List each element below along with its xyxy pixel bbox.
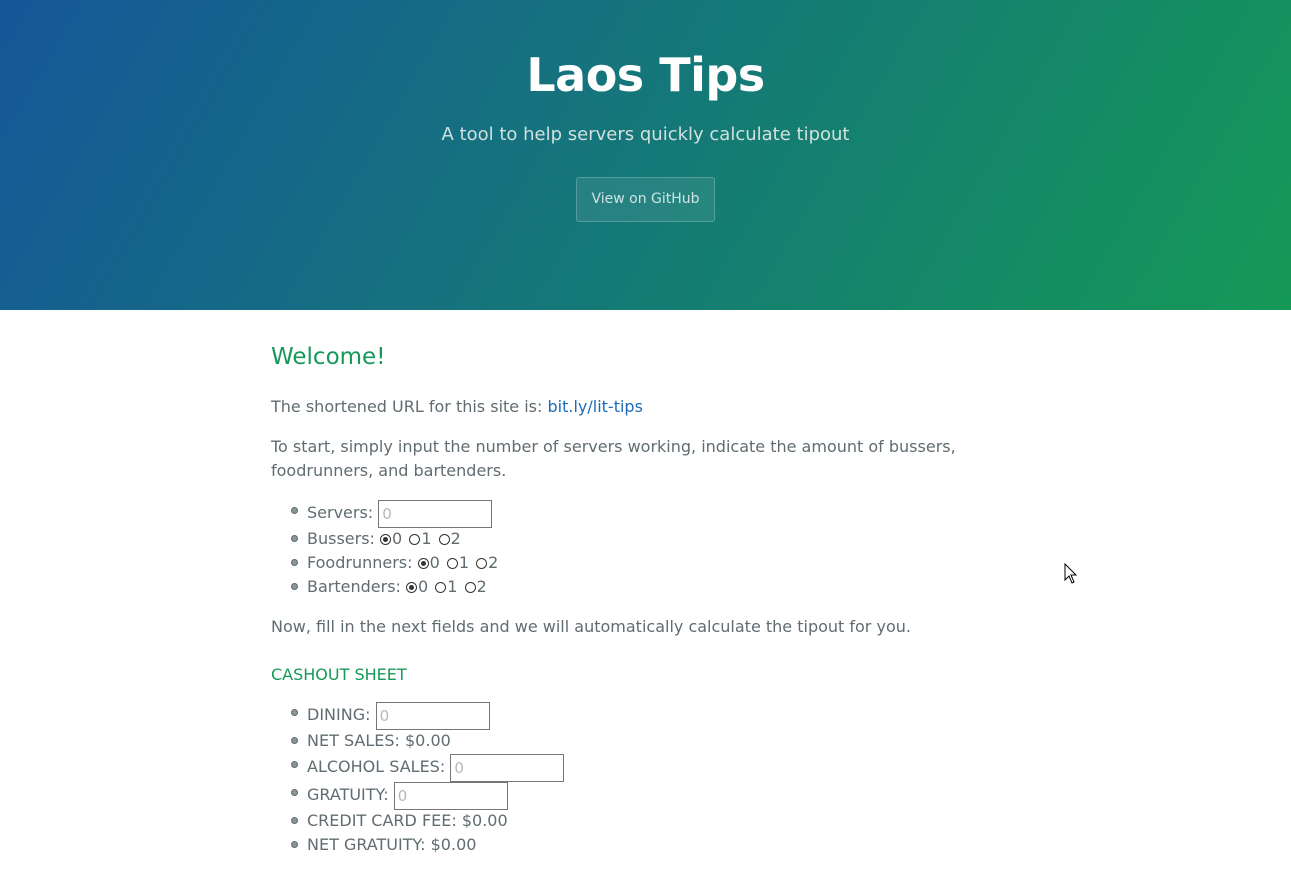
next-instructions: Now, fill in the next fields and we will… xyxy=(271,617,911,636)
foodrunners-option-1-label: 1 xyxy=(458,553,470,572)
short-url-text: The shortened URL for this site is: xyxy=(271,397,543,416)
bussers-radio-1[interactable] xyxy=(409,534,421,545)
gratuity-input[interactable] xyxy=(393,781,508,810)
bartenders-option-2-label: 2 xyxy=(476,577,487,596)
view-on-github-button[interactable]: View on GitHub xyxy=(576,177,715,222)
main-content: Welcome! The shortened URL for this site… xyxy=(271,310,1021,857)
dining-item: DINING: xyxy=(271,701,1021,730)
foodrunners-option-0-label: 0 xyxy=(429,553,440,572)
bartenders-radio-group: 0 1 2 xyxy=(406,577,489,596)
bartenders-option-1-label: 1 xyxy=(447,577,458,596)
bussers-item: Bussers: 0 1 2 xyxy=(271,527,1021,551)
bussers-option-2-label: 2 xyxy=(450,529,461,548)
net-sales-label: NET SALES: xyxy=(307,731,400,750)
net-gratuity-value: $0.00 xyxy=(430,835,477,854)
servers-input[interactable] xyxy=(378,499,493,528)
foodrunners-item: Foodrunners: 0 1 2 xyxy=(271,551,1021,575)
cashout-heading: CASHOUT SHEET xyxy=(271,665,407,684)
cashout-list: DINING: NET SALES: $0.00 ALCOHOL SALES: … xyxy=(271,701,1021,857)
project-tagline: A tool to help servers quickly calculate… xyxy=(441,124,850,145)
foodrunners-label: Foodrunners: xyxy=(307,553,413,572)
dining-input[interactable] xyxy=(375,701,490,730)
bartenders-radio-1[interactable] xyxy=(435,582,447,593)
net-sales-item: NET SALES: $0.00 xyxy=(271,729,1021,753)
instructions-paragraph: To start, simply input the number of ser… xyxy=(271,437,956,480)
bussers-radio-2[interactable] xyxy=(438,534,450,545)
foodrunners-radio-1[interactable] xyxy=(446,558,458,569)
alcohol-sales-input[interactable] xyxy=(450,753,565,782)
bussers-radio-group: 0 1 2 xyxy=(380,529,463,548)
alcohol-sales-item: ALCOHOL SALES: xyxy=(271,753,1021,782)
gratuity-item: GRATUITY: xyxy=(271,781,1021,810)
credit-card-fee-label: CREDIT CARD FEE: xyxy=(307,811,457,830)
bussers-radio-0[interactable] xyxy=(380,534,392,545)
staff-list: Servers: Bussers: 0 1 2 Foodrunners: 0 1… xyxy=(271,499,1021,599)
gratuity-label: GRATUITY: xyxy=(307,785,389,804)
servers-label: Servers: xyxy=(307,503,374,522)
bartenders-radio-0[interactable] xyxy=(406,582,418,593)
bartenders-label: Bartenders: xyxy=(307,577,401,596)
project-title: Laos Tips xyxy=(526,48,765,102)
short-url-paragraph: The shortened URL for this site is: bit.… xyxy=(271,395,1021,419)
mouse-pointer-icon xyxy=(1064,563,1078,584)
credit-card-fee-item: CREDIT CARD FEE: $0.00 xyxy=(271,809,1021,833)
welcome-heading: Welcome! xyxy=(271,344,386,370)
bussers-option-0-label: 0 xyxy=(392,529,403,548)
net-gratuity-item: NET GRATUITY: $0.00 xyxy=(271,833,1021,857)
bussers-option-1-label: 1 xyxy=(421,529,432,548)
net-sales-value: $0.00 xyxy=(405,731,451,750)
bussers-label: Bussers: xyxy=(307,529,375,548)
foodrunners-option-2-label: 2 xyxy=(488,553,499,572)
alcohol-sales-label: ALCOHOL SALES: xyxy=(307,757,446,776)
bartenders-option-0-label: 0 xyxy=(418,577,429,596)
credit-card-fee-value: $0.00 xyxy=(461,811,508,830)
dining-label: DINING: xyxy=(307,705,371,724)
servers-item: Servers: xyxy=(271,499,1021,528)
bartenders-item: Bartenders: 0 1 2 xyxy=(271,575,1021,599)
page-header: Laos Tips A tool to help servers quickly… xyxy=(0,0,1291,310)
foodrunners-radio-2[interactable] xyxy=(476,558,488,569)
foodrunners-radio-group: 0 1 2 xyxy=(417,553,501,572)
net-gratuity-label: NET GRATUITY: xyxy=(307,835,426,854)
bartenders-radio-2[interactable] xyxy=(464,582,476,593)
short-url-link[interactable]: bit.ly/lit-tips xyxy=(547,397,642,416)
foodrunners-radio-0[interactable] xyxy=(417,558,429,569)
